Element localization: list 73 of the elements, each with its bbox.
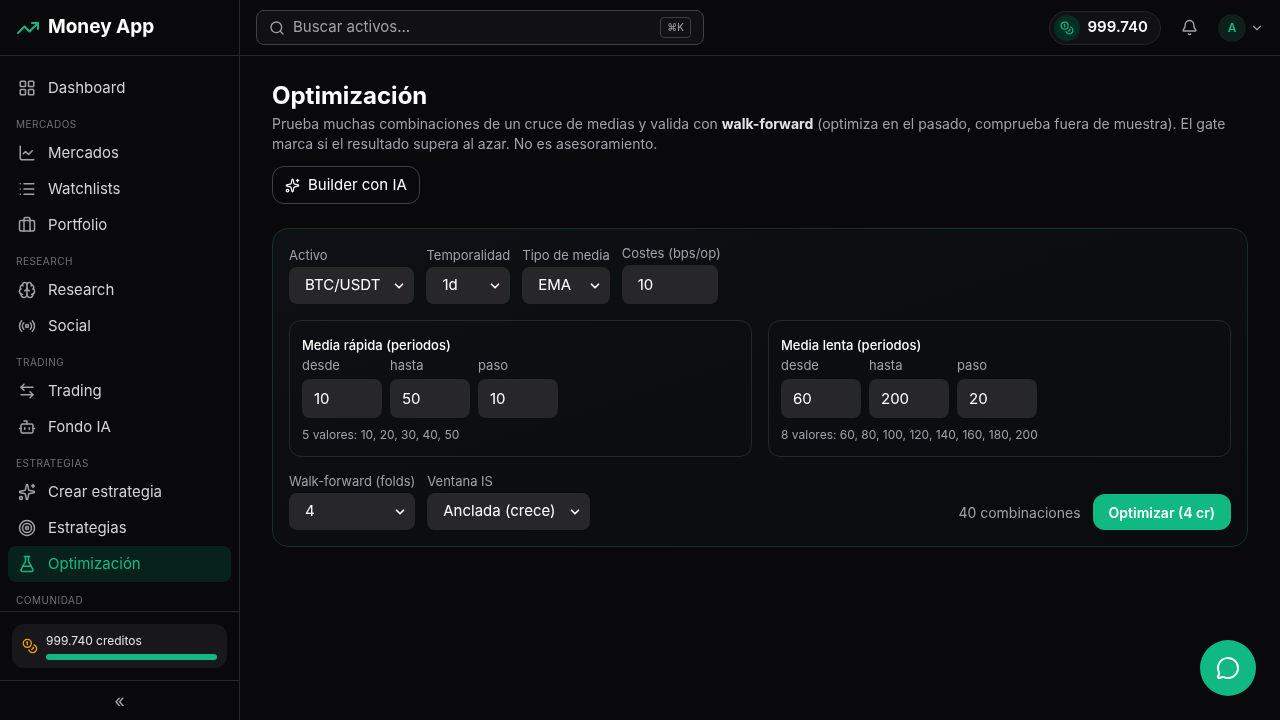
- input-field[interactable]: 10: [478, 379, 558, 418]
- sidebar-item[interactable]: Social: [8, 308, 231, 344]
- select-field[interactable]: EMA: [522, 267, 610, 304]
- section-label: MERCADOS: [15, 117, 78, 132]
- builder-button[interactable]: Builder con IA: [272, 166, 420, 204]
- select-field[interactable]: Anclada (crece): [427, 493, 590, 530]
- sidebar-item[interactable]: Optimización: [8, 546, 231, 582]
- field-label: hasta: [869, 356, 904, 375]
- bell-icon[interactable]: [1181, 19, 1198, 36]
- field-label: Walk-forward (folds): [289, 473, 416, 489]
- select-field[interactable]: 4: [289, 493, 416, 530]
- page-title: Optimización: [272, 80, 429, 112]
- chat-button[interactable]: [1200, 640, 1256, 696]
- select-field[interactable]: 1d: [426, 267, 511, 304]
- field-label: paso: [957, 356, 989, 375]
- sidebar-item[interactable]: Dashboard: [8, 70, 231, 106]
- sparkles-icon: [285, 177, 300, 193]
- briefcase-icon: [18, 216, 36, 234]
- coins-icon: [22, 638, 38, 654]
- input-field[interactable]: 50: [390, 379, 470, 418]
- field-label: desde: [781, 356, 820, 375]
- avatar[interactable]: A: [1218, 13, 1246, 42]
- shortcut-key: ⌘K: [660, 17, 691, 38]
- chat-icon: [1216, 656, 1240, 680]
- sidebar-item[interactable]: Portfolio: [8, 207, 231, 243]
- input-field[interactable]: 10: [302, 379, 382, 418]
- range-title: Media lenta (periodos): [781, 337, 923, 353]
- field-label: Costes (bps/op): [621, 245, 721, 261]
- page-description: Prueba muchas combinaciones de un cruce de medias y valida con walk-forward (optimiza en el pasado, comprueba fuera de muestra). El gate marca si el resultado supera al azar. No es asesoramiento.: [272, 114, 1227, 154]
- section-label: COMUNIDAD: [15, 593, 85, 608]
- line-chart-icon: [18, 144, 36, 162]
- input-field[interactable]: 200: [869, 379, 949, 418]
- range-title: Media rápida (periodos): [302, 337, 452, 353]
- app-name: Money App: [48, 14, 155, 41]
- target-icon: [18, 519, 36, 537]
- search-icon: [269, 19, 285, 36]
- field-label: Temporalidad: [426, 247, 511, 263]
- list-icon: [18, 180, 36, 198]
- field-label: desde: [302, 356, 341, 375]
- section-label: RESEARCH: [15, 254, 74, 269]
- sparkles-icon: [18, 483, 36, 501]
- field-label: paso: [478, 356, 510, 375]
- input-field[interactable]: 20: [957, 379, 1037, 418]
- range-summary: 8 valores: 60, 80, 100, 120, 140, 160, 180, 200: [781, 426, 1039, 444]
- sidebar-item[interactable]: Crear estrategia: [8, 474, 231, 510]
- arrows-icon: [18, 382, 36, 400]
- field-label: hasta: [390, 356, 425, 375]
- range-summary: 5 valores: 10, 20, 30, 40, 50: [302, 426, 461, 444]
- field-label: Activo: [289, 247, 329, 263]
- search-field[interactable]: Buscar activos... ⌘K: [256, 10, 704, 45]
- grid-icon: [18, 79, 36, 97]
- collapse-button[interactable]: «: [114, 691, 125, 710]
- brain-icon: [18, 281, 36, 299]
- combinations-count: 40 combinaciones: [958, 502, 1081, 523]
- sidebar-item[interactable]: Trading: [8, 373, 231, 409]
- sidebar-item[interactable]: Fondo IA: [8, 409, 231, 445]
- input-field[interactable]: 60: [781, 379, 861, 418]
- field-label: Tipo de media: [522, 247, 610, 263]
- broadcast-icon: [18, 317, 36, 335]
- field-label: Ventana IS: [427, 473, 494, 489]
- section-label: ESTRATEGIAS: [15, 456, 90, 471]
- balance-pill[interactable]: 999.740: [1048, 10, 1161, 45]
- section-label: TRADING: [15, 355, 66, 370]
- sidebar-item[interactable]: Mercados: [8, 135, 231, 171]
- sidebar-item[interactable]: Estrategias: [8, 510, 231, 546]
- robot-icon: [18, 418, 36, 436]
- sidebar-item[interactable]: Research: [8, 272, 231, 308]
- coins-icon: [1053, 14, 1080, 41]
- credits-text: 999.740 creditos: [46, 632, 143, 650]
- input-field[interactable]: 10: [621, 265, 718, 304]
- sidebar-item[interactable]: Watchlists: [8, 171, 231, 207]
- flask-icon: [18, 555, 36, 573]
- select-field[interactable]: BTC/USDT: [289, 267, 415, 304]
